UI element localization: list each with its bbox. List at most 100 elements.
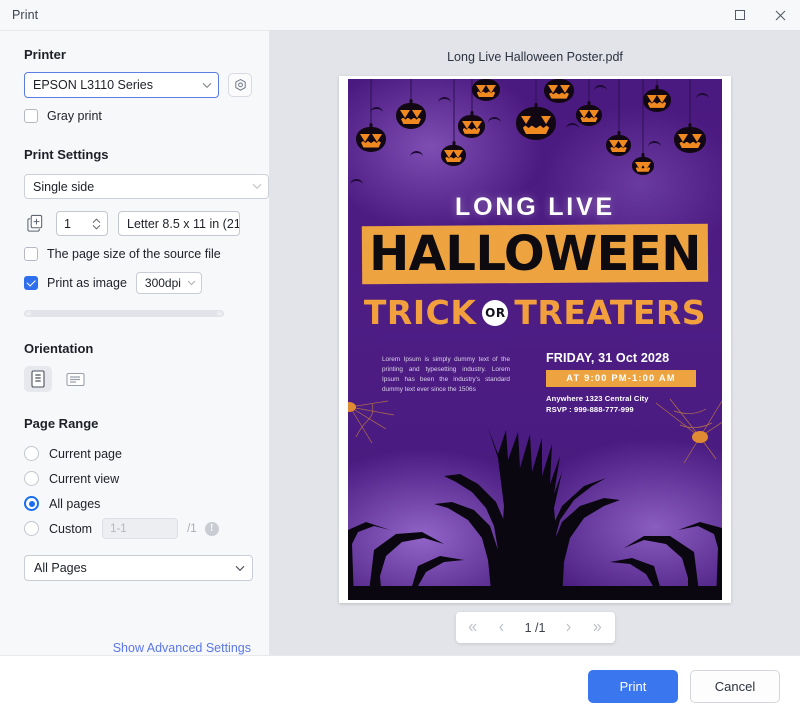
chevron-down-icon <box>202 82 212 88</box>
info-icon[interactable]: ! <box>204 521 219 536</box>
landscape-icon <box>65 372 85 386</box>
pumpkin <box>643 79 671 112</box>
poster-event-time: AT 9:00 PM-1:00 AM <box>546 370 696 387</box>
custom-range-input[interactable]: 1-1 <box>102 518 179 539</box>
chevron-right-icon <box>566 623 571 632</box>
printer-heading: Printer <box>24 47 66 62</box>
tree-silhouette <box>348 428 722 600</box>
next-page-button[interactable] <box>565 622 573 633</box>
bat-icon <box>566 123 579 129</box>
poster-sub-left: TRICK <box>363 293 477 332</box>
poster-headline-main: HALLOWEEN <box>369 226 701 282</box>
pumpkin <box>632 79 654 175</box>
document-title: Long Live Halloween Poster.pdf <box>447 50 623 64</box>
stepper-arrows <box>92 218 101 230</box>
poster-body-text: Lorem Ipsum is simply dummy text of the … <box>382 356 510 393</box>
bat-icon <box>696 93 709 99</box>
paper-size-select[interactable]: Letter 8.5 x 11 in (21 <box>118 211 240 236</box>
pumpkin <box>576 79 602 126</box>
poster-artwork: LONG LIVE HALLOWEEN TRICK OR TREATERS Lo… <box>348 79 722 600</box>
chevron-down-icon <box>252 183 262 190</box>
first-page-button[interactable] <box>467 622 478 633</box>
cancel-button[interactable]: Cancel <box>690 670 780 703</box>
poster-event-date: FRIDAY, 31 Oct 2028 <box>546 351 670 365</box>
chevron-down-icon[interactable] <box>92 224 101 230</box>
radio-current-page[interactable] <box>24 446 39 461</box>
page-indicator: 1 /1 <box>524 620 546 635</box>
source-page-size-row[interactable]: The page size of the source file <box>24 247 269 261</box>
maximize-button[interactable] <box>720 0 760 30</box>
bat-icon <box>594 85 607 91</box>
dpi-select[interactable]: 300dpi <box>135 272 202 294</box>
paper-size-value: Letter 8.5 x 11 in (21 <box>127 216 240 231</box>
page-range-option-current-page[interactable]: Current page <box>24 441 269 466</box>
printer-properties-button[interactable] <box>228 73 252 97</box>
poster-headline-top: LONG LIVE <box>455 193 615 221</box>
chevron-down-icon <box>235 565 245 571</box>
page-range-option-current-view[interactable]: Current view <box>24 466 269 491</box>
bat-icon <box>488 117 501 123</box>
page-subset-value: All Pages <box>34 561 87 575</box>
source-page-size-label: The page size of the source file <box>47 247 221 261</box>
pumpkin <box>441 79 466 166</box>
page-subset-select[interactable]: All Pages <box>24 555 253 581</box>
print-button[interactable]: Print <box>588 670 678 703</box>
last-page-button[interactable] <box>592 622 603 633</box>
pumpkin <box>544 79 574 103</box>
radio-label: Current page <box>49 446 122 461</box>
title-bar: Print <box>0 0 800 30</box>
bat-icon <box>410 151 423 157</box>
page-navigator: 1 /1 <box>455 612 615 643</box>
copies-stepper[interactable]: 1 <box>56 211 108 236</box>
pumpkin <box>606 79 631 156</box>
printer-select[interactable]: EPSON L3110 Series <box>24 72 219 98</box>
copies-row: 1 Letter 8.5 x 11 in (21 <box>24 211 269 236</box>
chevron-down-icon <box>187 280 196 286</box>
orientation-landscape-button[interactable] <box>61 366 89 392</box>
window-title: Print <box>12 8 39 22</box>
pumpkin <box>674 79 706 153</box>
double-chevron-right-icon <box>594 623 602 632</box>
close-button[interactable] <box>760 0 800 30</box>
portrait-icon <box>31 370 45 388</box>
copies-value: 1 <box>64 216 71 231</box>
orientation-portrait-button[interactable] <box>24 366 52 392</box>
gear-icon <box>234 78 246 91</box>
print-dialog: Print Printer EPSON L3110 Series Gray pr… <box>0 0 800 717</box>
page-range-option-custom[interactable]: Custom 1-1 /1 ! <box>24 516 269 541</box>
maximize-icon <box>735 10 745 20</box>
pumpkin <box>356 79 386 152</box>
orientation-row <box>24 366 269 392</box>
duplex-row: Single side <box>24 172 269 199</box>
printer-select-value: EPSON L3110 Series <box>33 78 153 92</box>
total-pages-label: /1 <box>187 522 197 535</box>
duplex-select[interactable]: Single side <box>24 174 269 199</box>
pumpkin <box>472 79 500 101</box>
radio-current-view[interactable] <box>24 471 39 486</box>
radio-all-pages[interactable] <box>24 496 39 511</box>
horizontal-scrollbar[interactable] <box>24 310 224 317</box>
previous-page-button[interactable] <box>497 622 505 633</box>
show-advanced-settings-link[interactable]: Show Advanced Settings <box>113 641 251 655</box>
source-page-size-checkbox[interactable] <box>24 247 38 261</box>
print-as-image-label: Print as image <box>47 276 127 290</box>
copies-button[interactable] <box>24 213 46 235</box>
gray-print-label: Gray print <box>47 109 102 123</box>
bat-icon <box>648 141 661 147</box>
radio-label: All pages <box>49 496 101 511</box>
dpi-value: 300dpi <box>144 276 181 290</box>
print-as-image-checkbox[interactable] <box>24 276 38 290</box>
gray-print-row[interactable]: Gray print <box>24 109 269 123</box>
dialog-footer: Print Cancel <box>0 655 800 717</box>
poster-subheadline: TRICK OR TREATERS <box>348 293 722 332</box>
radio-custom[interactable] <box>24 521 39 536</box>
print-as-image-row[interactable]: Print as image 300dpi <box>24 272 269 294</box>
preview-pane: Long Live Halloween Poster.pdf LONG LIVE… <box>270 30 800 655</box>
bat-icon <box>350 179 363 185</box>
pumpkin <box>396 79 426 129</box>
duplex-select-value: Single side <box>33 179 95 194</box>
gray-print-checkbox[interactable] <box>24 109 38 123</box>
page-range-option-all-pages[interactable]: All pages <box>24 491 269 516</box>
bat-icon <box>370 107 383 113</box>
print-settings-heading: Print Settings <box>24 147 109 162</box>
